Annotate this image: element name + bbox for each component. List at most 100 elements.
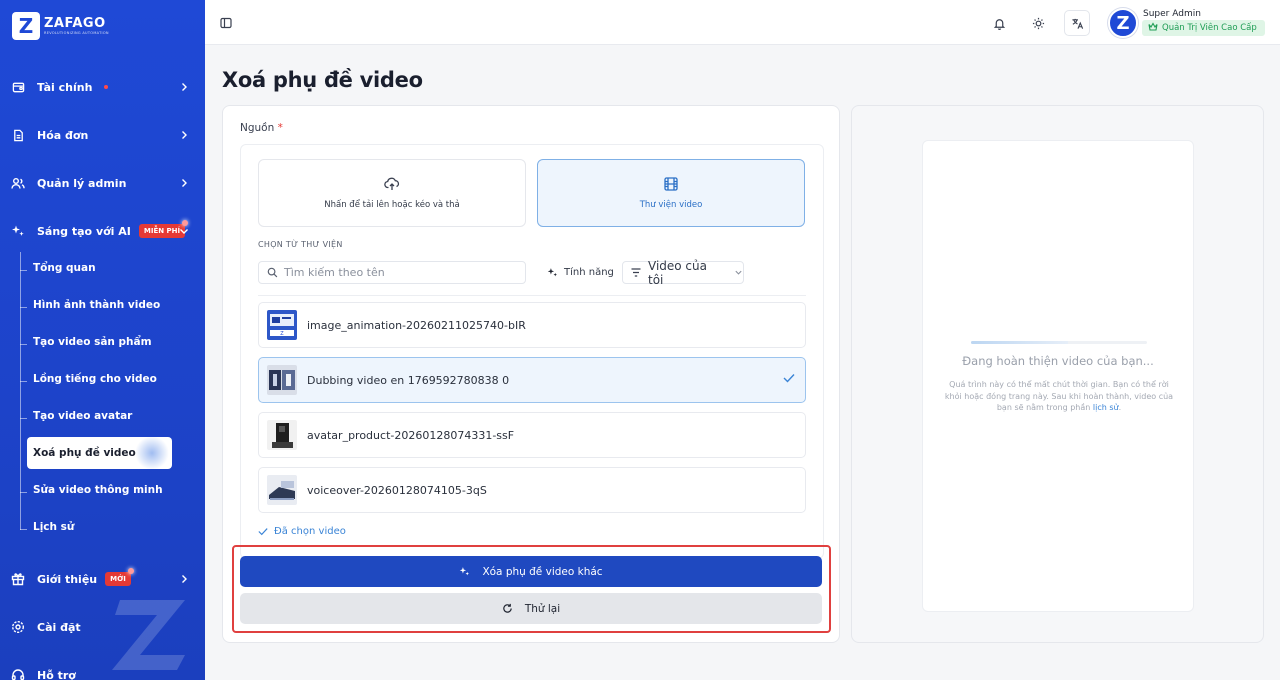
sidebar-subitem-image-to-video[interactable]: Hình ảnh thành video xyxy=(20,289,172,321)
primary-button-label: Xóa phụ đề video khác xyxy=(482,565,603,578)
sidebar-item-invoices[interactable]: Hóa đơn xyxy=(0,119,205,151)
feature-button[interactable]: Tính năng xyxy=(539,261,622,284)
new-badge: MỚI xyxy=(105,568,134,586)
sidebar-item-label: Tài chính xyxy=(37,80,93,94)
video-thumbnail xyxy=(267,365,297,395)
video-list-item[interactable]: avatar_product-20260128074331-ssF xyxy=(258,412,806,458)
video-selected-text: Đã chọn video xyxy=(274,526,346,537)
sidebar-item-label: Quản lý admin xyxy=(37,176,127,190)
subnav-line xyxy=(20,252,21,530)
retry-button[interactable]: Thử lại xyxy=(240,593,822,624)
check-icon xyxy=(258,527,268,536)
sidebar-subitem-remove-subtitles[interactable]: Xoá phụ đề video xyxy=(27,437,172,469)
user-name: Super Admin xyxy=(1143,9,1201,19)
logo-icon: Z xyxy=(12,12,40,40)
sidebar-subitem-label: Xoá phụ đề video xyxy=(33,447,136,459)
sidebar-item-admin[interactable]: Quản lý admin xyxy=(0,167,205,199)
sidebar-subitem-label: Hình ảnh thành video xyxy=(33,299,161,311)
source-panel: Nhấn để tải lên hoặc kéo và thả Thư viện… xyxy=(240,144,824,559)
search-input[interactable]: Tìm kiếm theo tên xyxy=(258,261,526,284)
brand-name: ZAFAGO xyxy=(44,15,106,31)
sidebar-subitem-overview[interactable]: Tổng quan xyxy=(20,252,172,284)
crown-icon xyxy=(1148,22,1158,34)
library-option[interactable]: Thư viện video xyxy=(537,159,805,227)
page-title: Xoá phụ đề video xyxy=(222,68,423,92)
remove-subtitles-again-button[interactable]: Xóa phụ đề video khác xyxy=(240,556,822,587)
user-role-label: Quản Trị Viên Cao Cấp xyxy=(1162,23,1257,33)
upload-option-label: Nhấn để tải lên hoặc kéo và thả xyxy=(324,200,460,210)
sidebar-item-label: Hóa đơn xyxy=(37,128,89,142)
processing-description-end: . xyxy=(1118,403,1122,413)
chevron-right-icon xyxy=(177,80,191,94)
library-option-label: Thư viện video xyxy=(639,200,703,210)
sparkles-icon xyxy=(11,224,25,238)
processing-description-text: Quá trình này có thể mất chút thời gian.… xyxy=(944,380,1174,413)
feature-button-label: Tính năng xyxy=(564,267,614,278)
video-list-item[interactable]: voiceover-20260128074105-3qS xyxy=(258,467,806,513)
chevron-right-icon xyxy=(177,128,191,142)
sidebar-item-label: Giới thiệu xyxy=(37,572,98,586)
svg-text:Z: Z xyxy=(280,331,284,337)
cloud-upload-icon xyxy=(384,176,400,192)
film-icon xyxy=(663,176,679,192)
video-thumbnail: Z xyxy=(267,310,297,340)
sidebar-subitem-label: Tạo video sản phẩm xyxy=(33,336,152,348)
video-name: image_animation-20260211025740-bIR xyxy=(307,318,526,332)
sidebar-subitem-avatar-video[interactable]: Tạo video avatar xyxy=(20,400,172,432)
sidebar-item-label: Cài đặt xyxy=(37,620,81,634)
video-name: voiceover-20260128074105-3qS xyxy=(307,483,487,497)
processing-title: Đang hoàn thiện video của bạn... xyxy=(962,354,1154,368)
notification-dot xyxy=(104,85,109,89)
video-list-item-selected[interactable]: Dubbing video en 1769592780838 0 xyxy=(258,357,806,403)
sidebar-item-referral[interactable]: Giới thiệu MỚI xyxy=(0,563,205,595)
chevron-down-icon xyxy=(177,224,191,238)
wallet-icon xyxy=(11,80,25,94)
sidebar-subitem-smart-edit[interactable]: Sửa video thông minh xyxy=(20,474,172,506)
support-icon xyxy=(11,668,25,680)
sidebar-subitem-label: Sửa video thông minh xyxy=(33,484,163,496)
brand-logo[interactable]: Z ZAFAGO REVOLUTIONIZING AUTOMATION xyxy=(12,12,109,40)
search-icon xyxy=(267,267,278,278)
filter-value: Video của tôi xyxy=(648,258,707,287)
video-preview-panel: Đang hoàn thiện video của bạn... Quá trì… xyxy=(922,140,1194,612)
video-name: Dubbing video en 1769592780838 0 xyxy=(307,373,510,387)
check-icon xyxy=(783,373,795,383)
invoice-icon xyxy=(11,128,25,142)
preview-card: Đang hoàn thiện video của bạn... Quá trì… xyxy=(851,105,1264,643)
source-label: Nguồn * xyxy=(240,122,283,134)
sidebar-subitem-history[interactable]: Lịch sử xyxy=(20,511,172,543)
sidebar-item-finance[interactable]: Tài chính xyxy=(0,71,205,103)
notification-bell-icon[interactable] xyxy=(986,10,1012,36)
sidebar: Z ZAFAGO REVOLUTIONIZING AUTOMATION Tài … xyxy=(0,0,205,680)
sidebar-toggle-icon[interactable] xyxy=(220,14,234,29)
filter-icon xyxy=(631,268,641,277)
user-role-badge: Quản Trị Viên Cao Cấp xyxy=(1142,20,1265,36)
brand-tagline: REVOLUTIONIZING AUTOMATION xyxy=(44,30,109,35)
sidebar-subitem-label: Tạo video avatar xyxy=(33,410,133,422)
source-label-text: Nguồn xyxy=(240,122,275,134)
video-selected-status: Đã chọn video xyxy=(258,526,346,537)
processing-description: Quá trình này có thể mất chút thời gian.… xyxy=(943,379,1175,414)
history-link[interactable]: lịch sử xyxy=(1093,403,1119,412)
sidebar-subitem-label: Lồng tiếng cho video xyxy=(33,373,157,385)
required-mark: * xyxy=(277,122,283,134)
topbar: Z Super Admin Quản Trị Viên Cao Cấp xyxy=(205,0,1280,45)
theme-toggle-sun-icon[interactable] xyxy=(1025,10,1051,36)
sidebar-item-ai-create[interactable]: Sáng tạo với AI MIỄN PHÍ xyxy=(0,215,205,247)
sparkles-icon xyxy=(459,566,470,577)
upload-option[interactable]: Nhấn để tải lên hoặc kéo và thả xyxy=(258,159,526,227)
library-section-title: CHỌN TỪ THƯ VIỆN xyxy=(258,240,343,249)
z-watermark-icon xyxy=(112,600,185,670)
video-list-item[interactable]: Z image_animation-20260211025740-bIR xyxy=(258,302,806,348)
list-divider xyxy=(258,295,806,296)
sidebar-subitem-dubbing[interactable]: Lồng tiếng cho video xyxy=(20,363,172,395)
refresh-icon xyxy=(502,603,513,614)
avatar[interactable]: Z xyxy=(1108,8,1138,38)
video-thumbnail xyxy=(267,475,297,505)
video-filter-select[interactable]: Video của tôi xyxy=(622,258,744,287)
gift-icon xyxy=(11,572,25,586)
sidebar-subitem-label: Lịch sử xyxy=(33,521,75,533)
sidebar-subitem-product-video[interactable]: Tạo video sản phẩm xyxy=(20,326,172,358)
chevron-right-icon xyxy=(177,572,191,586)
language-translate-icon[interactable] xyxy=(1064,10,1090,36)
